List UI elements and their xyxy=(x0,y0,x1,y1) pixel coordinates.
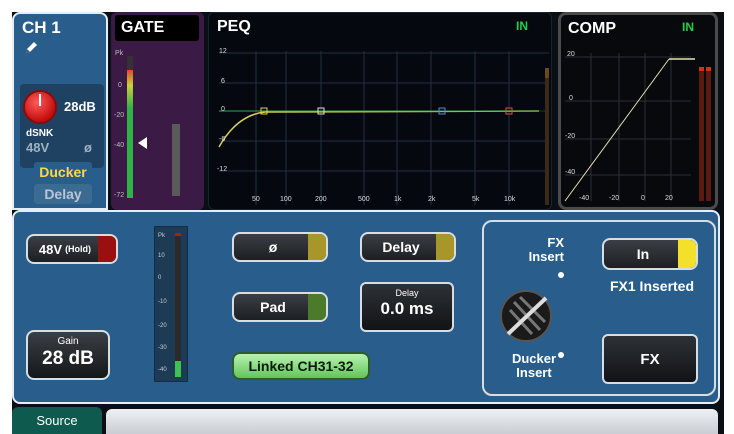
peq-x-label: 2k xyxy=(428,196,436,203)
comp-in-status: IN xyxy=(682,20,694,34)
phase-invert-button[interactable]: ø xyxy=(232,232,328,262)
gate-title: GATE xyxy=(115,15,199,41)
peq-in-status: IN xyxy=(516,19,528,33)
preamp-controls-panel: 48V (Hold) Gain 28 dB Pk 10 0 -10 -20 -30… xyxy=(12,210,720,404)
gate-gain-reduction-meter xyxy=(172,124,180,196)
gain-title: Gain xyxy=(57,336,79,347)
comp-x-label: -40 xyxy=(579,195,590,202)
pad-button-label: Pad xyxy=(260,299,286,315)
gain-knob-icon xyxy=(25,92,55,122)
gate-input-meter xyxy=(127,56,133,198)
gate-scale-label: -20 xyxy=(114,112,125,119)
tab-source[interactable]: Source xyxy=(12,407,102,434)
peq-y-label: -6 xyxy=(219,136,226,143)
comp-y-label: 0 xyxy=(569,95,573,102)
ducker-insert-label: Ducker Insert xyxy=(511,351,557,380)
peq-y-label: 6 xyxy=(221,78,225,85)
channel-panel[interactable]: CH 1 28dB dSNK 48V ø Ducker Delay xyxy=(12,12,108,210)
phase-button-label: ø xyxy=(268,239,278,255)
peq-graph xyxy=(218,51,549,205)
channel-processing-screen: CH 1 28dB dSNK 48V ø Ducker Delay GATE P… xyxy=(12,12,724,434)
meter-level-fill xyxy=(175,361,181,377)
peq-x-label: 500 xyxy=(358,196,370,203)
pencil-icon[interactable] xyxy=(23,40,39,56)
phantom-hold-label: (Hold) xyxy=(65,244,92,254)
peq-x-label: 1k xyxy=(394,196,402,203)
channel-title: CH 1 xyxy=(22,18,61,37)
gate-scale-label: -40 xyxy=(114,142,125,149)
delay-title: Delay xyxy=(395,288,419,298)
phase-indicator: ø xyxy=(84,140,92,155)
peq-y-label: -12 xyxy=(217,166,228,173)
gate-threshold-marker xyxy=(138,137,147,149)
phantom-indicator: 48V xyxy=(26,140,50,155)
phase-indicator-led xyxy=(308,234,326,260)
meter-scale-label: -20 xyxy=(158,323,167,329)
phantom-power-button[interactable]: 48V (Hold) xyxy=(26,234,118,264)
pad-button[interactable]: Pad xyxy=(232,292,328,322)
peq-y-label: 12 xyxy=(219,48,227,55)
gate-scale-label: 0 xyxy=(118,82,122,89)
preamp-summary[interactable]: 28dB dSNK 48V ø xyxy=(20,84,104,168)
delay-indicator[interactable]: Delay xyxy=(34,184,92,204)
peq-x-label: 100 xyxy=(280,196,292,203)
comp-title: COMP xyxy=(568,20,616,37)
pad-indicator-led xyxy=(308,294,326,320)
ducker-indicator[interactable]: Ducker xyxy=(34,162,92,182)
fx-insert-section: FX Insert Ducker Insert In FX1 Inserted … xyxy=(482,220,716,396)
comp-x-label: 0 xyxy=(641,195,645,202)
peq-x-label: 5k xyxy=(472,196,480,203)
phantom-indicator-led xyxy=(98,236,116,262)
input-level-meter: Pk 10 0 -10 -20 -30 -40 xyxy=(154,226,188,382)
delay-value: 0.0 ms xyxy=(380,299,434,318)
insert-selector-knob-icon[interactable] xyxy=(498,288,554,344)
comp-graph xyxy=(564,53,711,202)
fx-insert-label: FX Insert xyxy=(528,235,564,264)
peq-x-label: 200 xyxy=(315,196,327,203)
peq-x-label: 10k xyxy=(504,196,516,203)
tab-bar-filler xyxy=(106,409,718,434)
gain-button[interactable]: Gain 28 dB xyxy=(26,330,110,380)
peq-y-label: 0 xyxy=(221,106,225,113)
meter-scale-label: 10 xyxy=(158,253,165,259)
delay-time-display[interactable]: Delay 0.0 ms xyxy=(360,282,454,332)
phantom-button-label: 48V xyxy=(38,241,63,257)
meter-scale-label: -30 xyxy=(158,345,167,351)
fx-in-button[interactable]: In xyxy=(602,238,698,270)
gate-panel[interactable]: GATE Pk 0 -20 -40 -72 xyxy=(111,12,204,210)
meter-scale-label: 0 xyxy=(158,275,162,281)
delay-indicator-led xyxy=(436,234,454,260)
peq-x-label: 50 xyxy=(252,196,260,203)
comp-panel[interactable]: COMP IN 20 0 -20 -40 -40 -20 0 20 xyxy=(558,12,718,210)
gain-value: 28 dB xyxy=(42,348,94,369)
source-name: dSNK xyxy=(26,128,54,139)
comp-y-label: -40 xyxy=(565,169,576,176)
delay-button-label: Delay xyxy=(382,239,420,255)
meter-scale-label: -10 xyxy=(158,299,167,305)
fx-insert-status: FX1 Inserted xyxy=(609,278,695,294)
preamp-gain-value: 28dB xyxy=(64,99,96,114)
meter-peak-indicator xyxy=(175,233,181,236)
comp-x-label: 20 xyxy=(665,195,673,202)
delay-button[interactable]: Delay xyxy=(360,232,456,262)
comp-y-label: 20 xyxy=(567,51,575,58)
comp-x-label: -20 xyxy=(609,195,620,202)
bottom-tab-bar: Source xyxy=(12,407,724,434)
linked-channels-button[interactable]: Linked CH31-32 xyxy=(232,352,370,380)
fx-button[interactable]: FX xyxy=(602,334,698,384)
fx-in-indicator-led xyxy=(678,240,696,268)
gate-scale-label: Pk xyxy=(115,50,124,57)
comp-y-label: -20 xyxy=(565,133,576,140)
meter-scale-label: -40 xyxy=(158,367,167,373)
fx-in-button-label: In xyxy=(636,246,650,262)
meter-scale-label: Pk xyxy=(158,233,166,239)
peq-title: PEQ xyxy=(217,18,251,35)
fx-insert-position-dot xyxy=(558,272,564,278)
gate-scale-label: -72 xyxy=(114,192,125,199)
peq-panel[interactable]: PEQ IN 12 6 0 -6 -12 50 100 200 500 1k 2… xyxy=(208,12,552,210)
